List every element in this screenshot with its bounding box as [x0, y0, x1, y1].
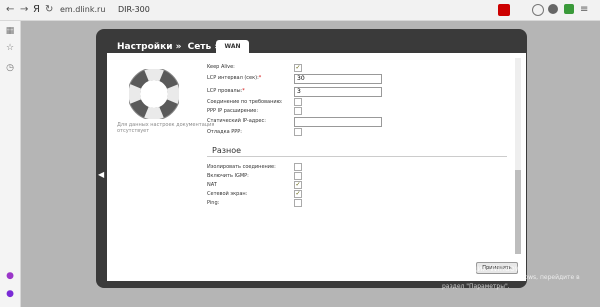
star-icon[interactable]: ☆: [5, 43, 15, 53]
section-divider: [207, 156, 507, 157]
keepalive-label: Keep Alive:: [207, 64, 235, 70]
ppp-debug-checkbox[interactable]: [294, 128, 302, 136]
firewall-checkbox[interactable]: ✓: [294, 190, 302, 198]
on-demand-checkbox[interactable]: [294, 98, 302, 106]
nat-checkbox[interactable]: ✓: [294, 181, 302, 189]
firewall-label: Сетевой экран:: [207, 191, 248, 197]
windows-activation-watermark: Активация Windows Чтобы активировать Win…: [442, 264, 580, 291]
igmp-label: Включить IGMP:: [207, 173, 249, 179]
ppp-debug-label: Отладка PPP:: [207, 129, 242, 135]
browser-toolbar: ← → Я ↻ em.dlink.ru DIR-300 ≡: [0, 0, 600, 21]
lcp-failures-input[interactable]: 3: [294, 87, 382, 97]
lcp-interval-label: LCP интервал (сек):*: [207, 75, 262, 81]
scrollbar-thumb[interactable]: [515, 170, 521, 254]
url-text: em.dlink.ru: [60, 5, 106, 14]
watermark-line1: Активация Windows: [442, 264, 526, 273]
browser-sidebar: ▦ ☆ ◷ ● ●: [0, 21, 21, 307]
collapse-arrow-icon[interactable]: ◀: [98, 170, 104, 179]
back-button[interactable]: ←: [6, 3, 14, 17]
refresh-button[interactable]: ↻: [45, 3, 53, 17]
forward-button[interactable]: →: [20, 3, 28, 17]
ping-checkbox[interactable]: [294, 199, 302, 207]
watermark-line3: раздел "Параметры".: [442, 283, 510, 290]
page-title: DIR-300: [117, 5, 150, 14]
help-note: Для данных настроек документация отсутст…: [117, 122, 215, 134]
lifebuoy-icon: [129, 69, 179, 119]
tab-wan[interactable]: WAN: [216, 40, 249, 53]
shield-icon[interactable]: [564, 4, 574, 14]
section-misc-title: Разное: [212, 146, 242, 155]
isolate-label: Изолировать соединение:: [207, 164, 276, 170]
on-demand-label: Соединение по требованию:: [207, 99, 283, 105]
nat-label: NAT: [207, 182, 217, 188]
lcp-interval-input[interactable]: 30: [294, 74, 382, 84]
igmp-checkbox[interactable]: [294, 172, 302, 180]
menu-icon[interactable]: ≡: [580, 3, 588, 17]
alice-icon[interactable]: ●: [5, 289, 15, 299]
account-icon[interactable]: [532, 4, 544, 16]
breadcrumb: Настройки » Сеть »: [117, 42, 223, 52]
keepalive-checkbox[interactable]: ✓: [294, 64, 302, 72]
ppp-ip-ext-label: PPP IP расширение:: [207, 108, 259, 114]
breadcrumb-settings[interactable]: Настройки »: [117, 42, 181, 52]
ping-label: Ping:: [207, 200, 220, 206]
watermark-line2: Чтобы активировать Windows, перейдите в: [442, 274, 580, 281]
isolate-checkbox[interactable]: [294, 163, 302, 171]
grid-icon[interactable]: ▦: [5, 26, 15, 36]
history-icon[interactable]: ◷: [5, 63, 15, 73]
lcp-failures-label: LCP провалы:*: [207, 88, 245, 94]
browser-logo[interactable]: Я: [33, 3, 40, 17]
downloads-icon[interactable]: [548, 4, 558, 14]
address-bar[interactable]: em.dlink.ru DIR-300: [60, 3, 150, 17]
assistant-icon[interactable]: ●: [5, 271, 15, 281]
static-ip-label: Статический IP-адрес:: [207, 118, 266, 124]
extension-icon[interactable]: [498, 4, 510, 16]
ppp-ip-ext-checkbox[interactable]: [294, 107, 302, 115]
static-ip-input[interactable]: [294, 117, 382, 127]
